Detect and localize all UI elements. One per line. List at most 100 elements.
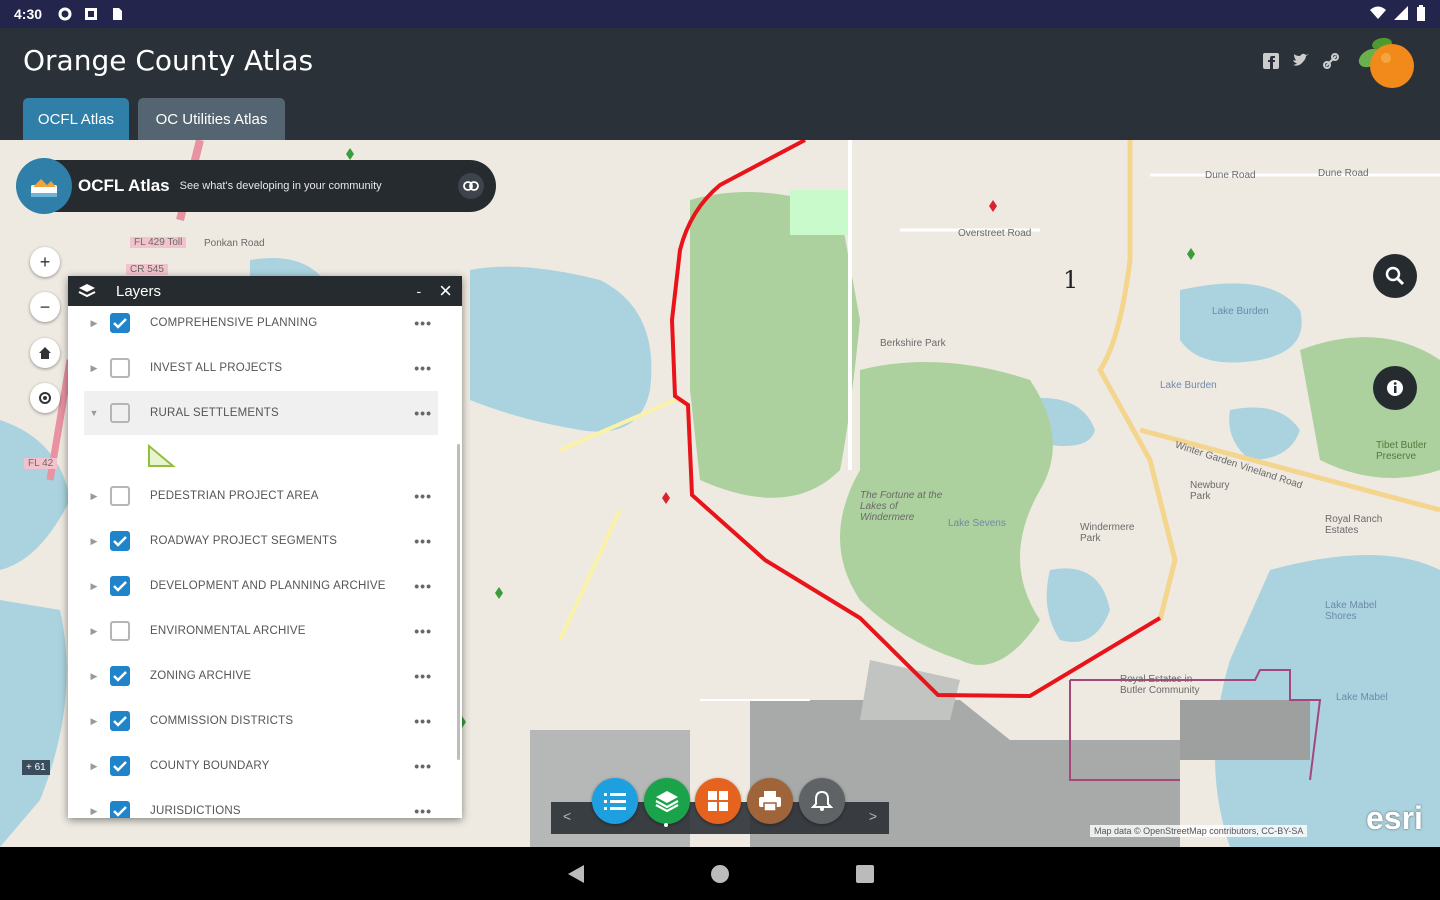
layer-row[interactable]: ▶ PEDESTRIAN PROJECT AREA ••• xyxy=(84,474,438,518)
more-options-button[interactable]: ••• xyxy=(414,533,432,549)
layer-row[interactable]: ▶ ENVIRONMENTAL ARCHIVE ••• xyxy=(84,609,438,653)
dock-prev-button[interactable]: < xyxy=(563,808,571,824)
search-button[interactable] xyxy=(1373,254,1417,298)
list-icon xyxy=(604,793,626,810)
district-number: 1 xyxy=(1063,266,1079,294)
layer-row[interactable]: ▶ ROADWAY PROJECT SEGMENTS ••• xyxy=(84,519,438,563)
map-label: Royal Estates in Butler Community xyxy=(1120,674,1200,696)
layers-icon xyxy=(78,284,96,298)
more-options-button[interactable]: ••• xyxy=(414,668,432,684)
rural-settlement-legend-swatch xyxy=(148,443,176,467)
layer-checkbox[interactable] xyxy=(110,486,130,506)
map-label: Lake Burden xyxy=(1160,380,1217,391)
basemap-grid-icon xyxy=(708,791,728,811)
dock-page-indicator xyxy=(664,823,668,827)
layer-row[interactable]: ▶ COMPREHENSIVE PLANNING ••• xyxy=(84,301,438,345)
more-options-button[interactable]: ••• xyxy=(414,315,432,331)
tab-oc-utilities-atlas[interactable]: OC Utilities Atlas xyxy=(138,98,285,140)
chevron-right-icon[interactable]: ▶ xyxy=(84,626,104,637)
layer-checkbox[interactable] xyxy=(110,531,130,551)
layer-row[interactable]: ▶ DEVELOPMENT AND PLANNING ARCHIVE ••• xyxy=(84,564,438,608)
sdcard-icon xyxy=(110,7,124,21)
chevron-right-icon[interactable]: ▶ xyxy=(84,761,104,772)
layer-row[interactable]: ▶ COUNTY BOUNDARY ••• xyxy=(84,744,438,788)
basemap-button[interactable] xyxy=(695,778,741,824)
more-options-button[interactable]: ••• xyxy=(414,803,432,818)
chevron-right-icon[interactable]: ▶ xyxy=(84,363,104,374)
zoom-out-button[interactable]: − xyxy=(30,292,60,322)
chevron-right-icon[interactable]: ▶ xyxy=(84,716,104,727)
layers-button[interactable] xyxy=(644,778,690,824)
zoom-in-button[interactable]: + xyxy=(30,247,60,277)
page-title: Orange County Atlas xyxy=(23,44,314,77)
link-icon[interactable] xyxy=(458,173,484,199)
chevron-right-icon[interactable]: ▶ xyxy=(84,581,104,592)
layer-checkbox[interactable] xyxy=(110,666,130,686)
more-options-button[interactable]: ••• xyxy=(414,758,432,774)
list-button[interactable] xyxy=(592,778,638,824)
layer-row[interactable]: ▶ JURISDICTIONS ••• xyxy=(84,789,438,818)
more-options-button[interactable]: ••• xyxy=(414,623,432,639)
layer-checkbox[interactable] xyxy=(110,711,130,731)
alert-button[interactable] xyxy=(799,778,845,824)
layer-checkbox[interactable] xyxy=(110,576,130,596)
print-button[interactable] xyxy=(747,778,793,824)
map-label: FL 429 Toll xyxy=(130,237,187,248)
app-header: Orange County Atlas OCFL Atlas OC Utilit… xyxy=(0,28,1440,140)
layer-row[interactable]: ▼ RURAL SETTLEMENTS ••• xyxy=(84,391,438,435)
layer-row[interactable]: ▶ COMMISSION DISTRICTS ••• xyxy=(84,699,438,743)
home-nav-icon[interactable] xyxy=(710,864,730,884)
map-label: Lake Sevens xyxy=(948,518,1006,529)
twitter-icon[interactable] xyxy=(1292,52,1310,70)
layer-checkbox[interactable] xyxy=(110,621,130,641)
chevron-right-icon[interactable]: ▶ xyxy=(84,806,104,817)
layer-checkbox[interactable] xyxy=(110,313,130,333)
map-label: FL 42 xyxy=(24,458,58,469)
map-label: Lake Burden xyxy=(1212,306,1269,317)
layer-checkbox[interactable] xyxy=(110,801,130,818)
layer-row[interactable]: ▶ ZONING ARCHIVE ••• xyxy=(84,654,438,698)
more-options-button[interactable]: ••• xyxy=(414,405,432,421)
chevron-right-icon[interactable]: ▶ xyxy=(84,491,104,502)
alert-bell-icon xyxy=(811,790,833,811)
layer-label: COMMISSION DISTRICTS xyxy=(150,715,294,727)
layers-scrollbar[interactable] xyxy=(457,444,460,760)
home-button[interactable] xyxy=(30,338,60,368)
more-options-button[interactable]: ••• xyxy=(414,360,432,376)
chevron-down-icon[interactable]: ▼ xyxy=(84,408,104,418)
layer-row[interactable]: ▶ INVEST ALL PROJECTS ••• xyxy=(84,346,438,390)
layer-label: JURISDICTIONS xyxy=(150,805,241,817)
chevron-right-icon[interactable]: ▶ xyxy=(84,318,104,329)
layer-label: ENVIRONMENTAL ARCHIVE xyxy=(150,625,306,637)
more-options-button[interactable]: ••• xyxy=(414,488,432,504)
dock-next-button[interactable]: > xyxy=(869,808,877,824)
map-label: Lake Mabel Shores xyxy=(1325,600,1377,622)
info-button[interactable] xyxy=(1373,366,1417,410)
link-icon[interactable] xyxy=(1322,52,1340,70)
info-icon xyxy=(1387,380,1403,396)
wifi-icon xyxy=(1370,6,1386,23)
tab-ocfl-atlas[interactable]: OCFL Atlas xyxy=(23,98,129,140)
facebook-icon[interactable] xyxy=(1262,52,1280,70)
chevron-right-icon[interactable]: ▶ xyxy=(84,536,104,547)
gear-icon xyxy=(58,7,72,21)
more-options-button[interactable]: ••• xyxy=(414,578,432,594)
signal-icon xyxy=(1394,5,1408,23)
layer-checkbox[interactable] xyxy=(110,358,130,378)
recents-icon[interactable] xyxy=(855,864,875,884)
status-time: 4:30 xyxy=(14,6,43,22)
esri-logo: esri xyxy=(1366,800,1423,836)
layer-checkbox[interactable] xyxy=(110,403,130,423)
minimize-button[interactable]: - xyxy=(416,283,421,299)
layer-label: PEDESTRIAN PROJECT AREA xyxy=(150,490,319,502)
close-button[interactable]: × xyxy=(439,280,452,302)
locate-button[interactable] xyxy=(30,383,60,413)
more-options-button[interactable]: ••• xyxy=(414,713,432,729)
map-view[interactable]: FL 429 Toll Ponkan Road CR 545 FL 42 Dun… xyxy=(0,140,1440,847)
map-label: The Fortune at the Lakes of Windermere xyxy=(860,490,943,523)
layer-checkbox[interactable] xyxy=(110,756,130,776)
layers-icon xyxy=(655,791,679,812)
chevron-right-icon[interactable]: ▶ xyxy=(84,671,104,682)
back-icon[interactable] xyxy=(566,864,586,884)
atlas-banner-title: OCFL Atlas xyxy=(78,176,170,195)
